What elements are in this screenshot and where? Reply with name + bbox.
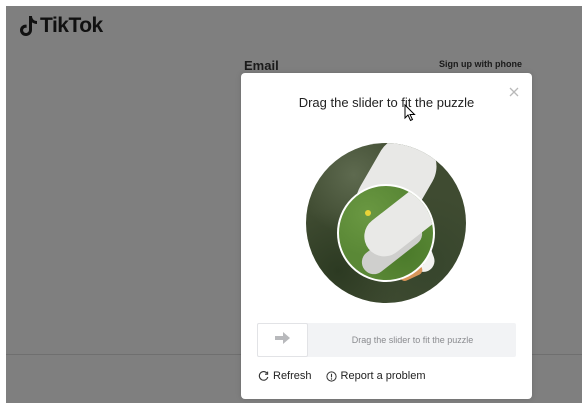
refresh-button[interactable]: Refresh bbox=[258, 370, 312, 382]
tiktok-logo: TikTok bbox=[18, 12, 103, 40]
report-problem-label: Report a problem bbox=[340, 370, 426, 382]
tiktok-note-icon bbox=[18, 15, 38, 37]
logo-text: TikTok bbox=[40, 14, 103, 37]
email-label: Email bbox=[244, 58, 279, 73]
slider-hint-text: Drag the slider to fit the puzzle bbox=[351, 335, 474, 345]
captcha-footer: Refresh Report a problem bbox=[258, 370, 426, 382]
puzzle-piece bbox=[337, 184, 435, 282]
report-problem-button[interactable]: Report a problem bbox=[325, 370, 426, 382]
slider-track: Drag the slider to fit the puzzle bbox=[257, 323, 516, 357]
slider-handle[interactable] bbox=[257, 323, 308, 357]
refresh-label: Refresh bbox=[273, 370, 312, 382]
signup-with-phone-link[interactable]: Sign up with phone bbox=[439, 59, 522, 69]
captcha-modal: Drag the slider to fit the puzzle Drag t… bbox=[241, 73, 532, 399]
captcha-title: Drag the slider to fit the puzzle bbox=[298, 95, 475, 110]
arrow-right-icon bbox=[274, 331, 292, 350]
mouse-cursor-icon bbox=[404, 103, 416, 127]
info-icon bbox=[325, 370, 337, 382]
refresh-icon bbox=[258, 370, 269, 382]
